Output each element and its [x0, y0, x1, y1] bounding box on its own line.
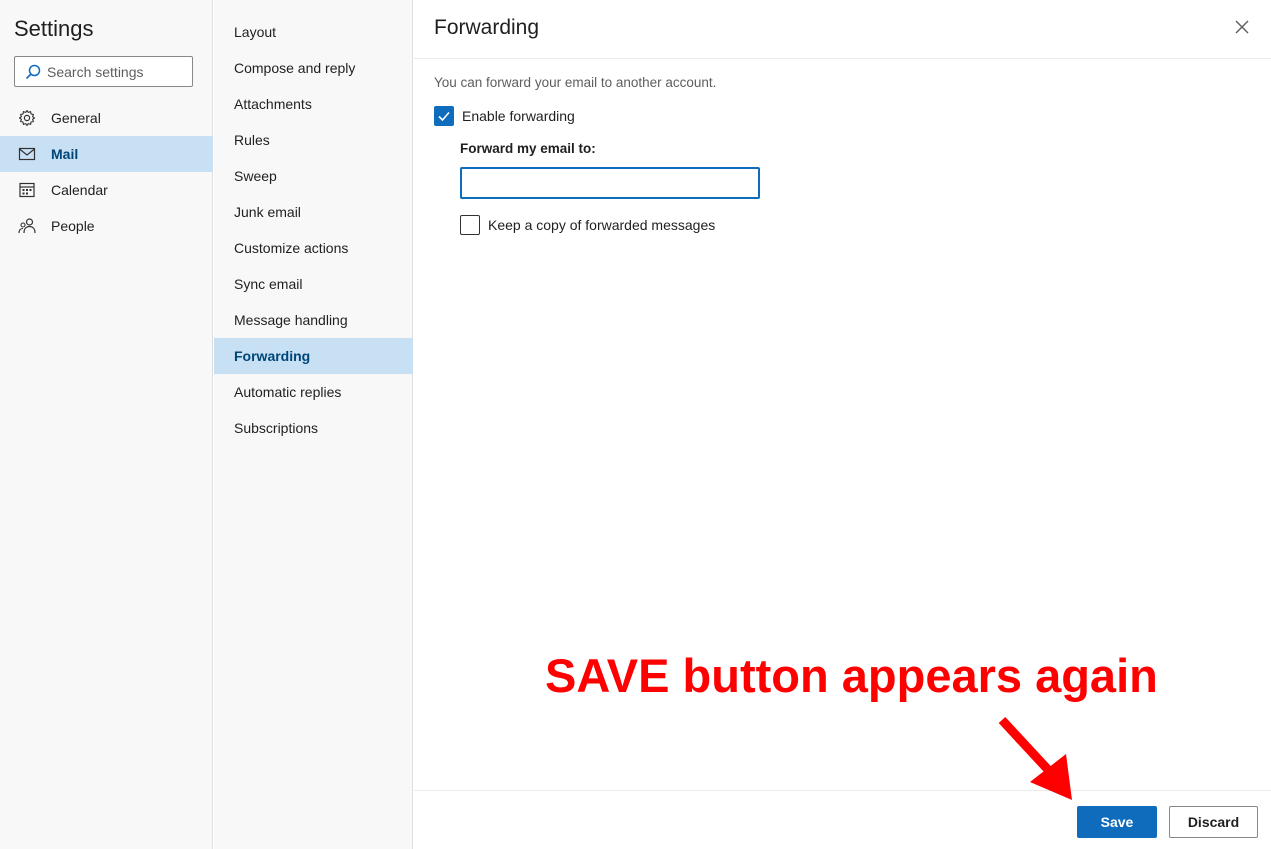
footer-divider — [414, 790, 1271, 791]
subnav-item-subscriptions[interactable]: Subscriptions — [214, 410, 413, 446]
subnav-item-layout[interactable]: Layout — [214, 14, 413, 50]
category-calendar[interactable]: Calendar — [0, 172, 213, 208]
forwarding-settings-panel: Forwarding You can forward your email to… — [414, 0, 1271, 849]
checkbox-checked[interactable] — [434, 106, 454, 126]
subnav-item-junk-email[interactable]: Junk email — [214, 194, 413, 230]
forwarding-description: You can forward your email to another ac… — [434, 75, 717, 90]
settings-categories-pane: Settings General Mail — [0, 0, 213, 849]
subnav-item-forwarding[interactable]: Forwarding — [214, 338, 413, 374]
subnav-item-sync-email[interactable]: Sync email — [214, 266, 413, 302]
header-divider — [414, 58, 1271, 59]
subnav-item-automatic-replies[interactable]: Automatic replies — [214, 374, 413, 410]
checkmark-icon — [438, 111, 450, 122]
search-settings-input[interactable] — [47, 63, 187, 80]
annotation-caption: SAVE button appears again — [545, 649, 1158, 702]
people-icon — [18, 217, 36, 235]
calendar-icon — [18, 181, 36, 199]
subnav-item-rules[interactable]: Rules — [214, 122, 413, 158]
keep-copy-checkbox[interactable]: Keep a copy of forwarded messages — [460, 215, 715, 235]
discard-button[interactable]: Discard — [1169, 806, 1258, 838]
enable-forwarding-label: Enable forwarding — [462, 108, 575, 124]
category-label: Calendar — [51, 182, 108, 198]
forward-to-label: Forward my email to: — [460, 141, 596, 156]
search-icon — [25, 64, 41, 79]
checkbox-unchecked[interactable] — [460, 215, 480, 235]
category-label: Mail — [51, 146, 79, 162]
subnav-item-attachments[interactable]: Attachments — [214, 86, 413, 122]
subnav-item-compose-and-reply[interactable]: Compose and reply — [214, 50, 413, 86]
subnav-list: Layout Compose and reply Attachments Rul… — [214, 14, 413, 446]
category-label: People — [51, 218, 95, 234]
mail-settings-subnav: Layout Compose and reply Attachments Rul… — [214, 0, 413, 849]
category-mail[interactable]: Mail — [0, 136, 213, 172]
close-icon — [1235, 20, 1249, 34]
settings-title: Settings — [14, 16, 94, 41]
page-title: Forwarding — [434, 16, 540, 39]
category-general[interactable]: General — [0, 100, 213, 136]
subnav-item-message-handling[interactable]: Message handling — [214, 302, 413, 338]
enable-forwarding-checkbox[interactable]: Enable forwarding — [434, 106, 575, 126]
close-button[interactable] — [1233, 18, 1251, 36]
mail-icon — [18, 145, 36, 163]
annotation-arrow-icon — [998, 716, 1072, 800]
keep-copy-label: Keep a copy of forwarded messages — [488, 217, 716, 233]
subnav-item-sweep[interactable]: Sweep — [214, 158, 413, 194]
category-people[interactable]: People — [0, 208, 213, 244]
forward-email-input[interactable] — [460, 167, 760, 199]
category-label: General — [51, 110, 101, 126]
gear-icon — [18, 109, 36, 127]
category-list: General Mail Calendar People — [0, 100, 213, 244]
search-settings-box[interactable] — [14, 56, 193, 87]
save-button[interactable]: Save — [1077, 806, 1157, 838]
subnav-item-customize-actions[interactable]: Customize actions — [214, 230, 413, 266]
